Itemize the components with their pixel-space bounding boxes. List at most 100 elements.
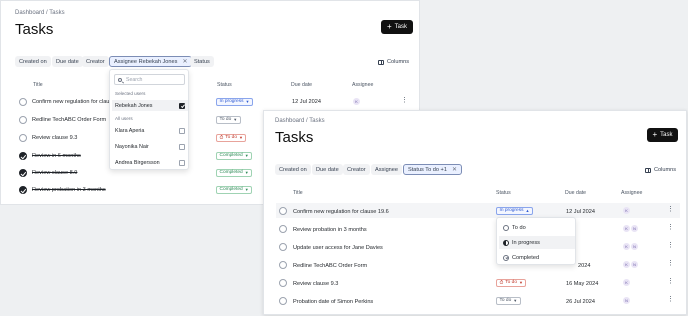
columns-button[interactable]: Columns (645, 167, 676, 173)
checkbox[interactable] (179, 127, 185, 134)
filter-status-active[interactable]: Status To do +1 ✕ (403, 164, 462, 175)
status-badge[interactable]: To do ▼ (216, 116, 241, 124)
task-title[interactable]: Confirm new regulation for clause (32, 99, 115, 105)
avatar: N (631, 261, 638, 268)
columns-button[interactable]: Columns (378, 59, 409, 65)
search-input[interactable]: Search (114, 74, 185, 85)
status-dropdown: To do In progress Completed (496, 217, 576, 265)
column-header-status[interactable]: Status (217, 82, 232, 88)
task-title[interactable]: Review probation in 3 months (293, 227, 367, 233)
task-title[interactable]: Update user access for Jane Davies (293, 245, 383, 251)
avatar: K (623, 207, 630, 214)
status-option-completed[interactable]: Completed (499, 251, 575, 264)
more-options-icon[interactable]: ⋮ (667, 242, 674, 249)
chevron-down-icon: ▼ (513, 298, 518, 304)
column-header-title[interactable]: Title (33, 82, 43, 88)
task-complete-toggle[interactable] (279, 297, 287, 305)
more-options-icon[interactable]: ⋮ (667, 278, 674, 285)
more-options-icon[interactable]: ⋮ (401, 97, 408, 104)
filter-assignee-active[interactable]: Assignee Rebekah Jones ✕ (109, 56, 193, 67)
avatar: N (631, 225, 638, 232)
columns-icon (645, 167, 651, 173)
task-complete-toggle[interactable] (279, 207, 287, 215)
task-complete-toggle[interactable] (19, 116, 27, 124)
task-title[interactable]: Review clause 8.9 (32, 170, 77, 176)
section-label: All users (115, 116, 133, 121)
status-option-todo[interactable]: To do (499, 221, 575, 234)
avatar: N (631, 243, 638, 250)
user-option-nayonika-nair[interactable]: Nayonika Nair (112, 141, 188, 152)
filter-due-date[interactable]: Due date (52, 56, 83, 67)
task-complete-toggle[interactable] (279, 261, 287, 269)
filter-assignee[interactable]: Assignee (371, 164, 403, 175)
task-title[interactable]: Review probation in 3 months (32, 187, 106, 193)
column-header-status[interactable]: Status (496, 190, 511, 196)
status-badge[interactable]: ⏱ To do ▼ (216, 134, 247, 142)
close-icon[interactable]: ✕ (182, 58, 187, 65)
status-badge[interactable]: In progress ▲ (496, 207, 533, 215)
breadcrumb-dashboard[interactable]: Dashboard (275, 118, 304, 124)
status-badge[interactable]: In progress ▼ (216, 98, 253, 106)
search-icon (118, 77, 122, 82)
filter-created-on[interactable]: Created on (15, 56, 51, 67)
task-complete-toggle[interactable] (19, 169, 27, 177)
close-icon[interactable]: ✕ (452, 166, 457, 173)
filter-created-on[interactable]: Created on (275, 164, 311, 175)
breadcrumb: Dashboard / Tasks (275, 118, 325, 124)
breadcrumb-dashboard[interactable]: Dashboard (15, 10, 44, 16)
status-badge[interactable]: ⏱ To do ▼ (496, 279, 527, 287)
task-title[interactable]: Confirm new regulation for clause 19.6 (293, 209, 389, 215)
task-title[interactable]: Redline TechABC Order Form (293, 263, 367, 269)
task-complete-toggle[interactable] (19, 134, 27, 142)
due-date: 26 Jul 2024 (566, 298, 595, 305)
task-complete-toggle[interactable] (279, 225, 287, 233)
more-options-icon[interactable]: ⋮ (667, 224, 674, 231)
more-options-icon[interactable]: ⋮ (667, 260, 674, 267)
chevron-down-icon: ▼ (244, 170, 249, 176)
chevron-down-icon: ▼ (238, 135, 243, 141)
breadcrumb-tasks: Tasks (49, 10, 65, 16)
checkbox[interactable] (179, 159, 185, 166)
task-complete-toggle[interactable] (19, 98, 27, 106)
checkbox[interactable] (179, 143, 185, 150)
task-title[interactable]: Redline TechABC Order Form (32, 117, 106, 123)
due-date: 16 May 2024 (566, 280, 599, 287)
avatar: K (623, 279, 630, 286)
status-badge[interactable]: Completed ▼ (216, 186, 253, 194)
task-title[interactable]: Review clause 9.3 (293, 281, 338, 287)
filter-creator[interactable]: Creator (343, 164, 370, 175)
column-header-title[interactable]: Title (293, 190, 303, 196)
task-complete-toggle[interactable] (279, 243, 287, 251)
task-complete-toggle[interactable] (19, 186, 27, 194)
new-task-button[interactable]: + Task (647, 128, 678, 142)
more-options-icon[interactable]: ⋮ (667, 206, 674, 213)
checkbox[interactable] (179, 102, 185, 109)
user-option-rebekah-jones[interactable]: Rebekah Jones (112, 100, 188, 111)
chevron-down-icon: ▼ (244, 187, 249, 193)
status-option-in-progress[interactable]: In progress (499, 236, 575, 249)
circle-empty-icon (503, 224, 509, 231)
avatar: K (623, 225, 630, 232)
task-complete-toggle[interactable] (19, 152, 27, 160)
filter-status[interactable]: Status (190, 56, 214, 67)
breadcrumb: Dashboard / Tasks (15, 10, 65, 16)
filter-due-date[interactable]: Due date (312, 164, 343, 175)
filter-creator[interactable]: Creator (82, 56, 109, 67)
more-options-icon[interactable]: ⋮ (667, 296, 674, 303)
column-header-assignee[interactable]: Assignee (621, 190, 642, 196)
task-complete-toggle[interactable] (279, 279, 287, 287)
task-title[interactable]: Probation date of Simon Perkins (293, 299, 373, 305)
status-badge[interactable]: To do ▼ (496, 297, 521, 305)
task-title[interactable]: Review clause 9.3 (32, 135, 77, 141)
due-date: 12 Jul 2024 (566, 208, 595, 215)
column-header-due[interactable]: Due date (291, 82, 312, 88)
column-header-assignee[interactable]: Assignee (352, 82, 373, 88)
user-option-andrea-birgersson[interactable]: Andrea Birgersson (112, 157, 188, 168)
new-task-button[interactable]: + Task (381, 20, 413, 34)
column-header-due[interactable]: Due date (565, 190, 586, 196)
task-title[interactable]: Review in 6 months (32, 153, 81, 159)
user-option-klara-aperia[interactable]: Klara Aperia (112, 125, 188, 136)
status-badge[interactable]: Completed ▼ (216, 169, 253, 177)
avatar: K (353, 98, 360, 105)
status-badge[interactable]: Completed ▼ (216, 152, 253, 160)
